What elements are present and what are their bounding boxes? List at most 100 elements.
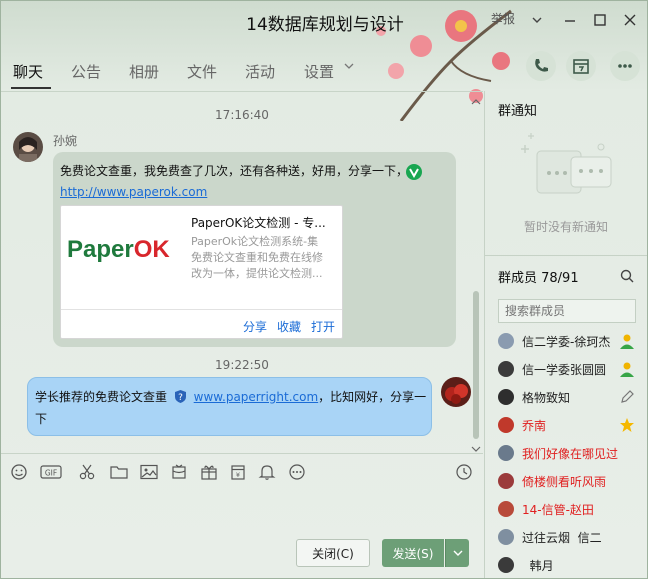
message-link[interactable]: www.paperright.com — [194, 390, 319, 404]
member-name: 乔南 — [522, 418, 547, 433]
red-packet-icon[interactable] — [170, 464, 188, 480]
chat-window: 14数据库规划与设计 举报 聊天 公告 相册 文件 活动 设置 17:16:40… — [0, 0, 648, 579]
message-bubble-self — [27, 377, 432, 436]
member-item[interactable]: 14-信管-赵田 — [498, 498, 638, 520]
member-name: 信二学委-徐珂杰 — [522, 334, 611, 349]
member-item[interactable]: 过往云烟 信二 — [498, 526, 638, 548]
tab-activity[interactable]: 活动 — [245, 61, 275, 82]
link-preview-card[interactable]: PaperOK PaperOK论文检测 - 专... PaperOk论文检测系统… — [60, 205, 343, 339]
empty-notice-text: 暂时没有新通知 — [523, 220, 608, 234]
calendar-small-icon[interactable]: ¥ — [229, 464, 247, 480]
card-title: PaperOK论文检测 - 专... — [191, 216, 326, 230]
member-avatar — [498, 333, 514, 349]
tab-album[interactable]: 相册 — [129, 61, 159, 82]
chevron-down-icon[interactable] — [344, 59, 354, 77]
folder-icon[interactable] — [110, 464, 128, 480]
member-item[interactable]: 格物致知 — [498, 386, 638, 408]
gif-icon[interactable]: GIF — [40, 464, 62, 480]
send-button[interactable]: 发送(S) — [382, 539, 444, 567]
member-name: 信一学委张圆圆 — [522, 362, 607, 377]
send-options-button[interactable] — [445, 539, 469, 567]
close-button[interactable]: 关闭(C) — [296, 539, 370, 567]
svg-text:?: ? — [178, 393, 183, 403]
phone-call-button[interactable] — [526, 51, 556, 81]
emoji-icon[interactable] — [10, 464, 28, 480]
edit-pencil-icon — [619, 389, 635, 408]
member-avatar — [498, 445, 514, 461]
member-avatar — [498, 389, 514, 405]
card-description: PaperOk论文检测系统-集 免费论文查重和免费在线修 改为一体，提供论文检测… — [191, 234, 323, 282]
history-clock-icon[interactable] — [455, 464, 473, 480]
timestamp: 17:16:40 — [215, 108, 269, 122]
card-desc-line: PaperOk论文检测系统-集 — [191, 235, 319, 248]
avatar[interactable] — [13, 132, 43, 162]
timestamp: 19:22:50 — [215, 358, 269, 372]
bell-icon[interactable] — [258, 464, 276, 480]
member-name: 倚楼侧看听风雨 — [522, 474, 607, 489]
tab-files[interactable]: 文件 — [187, 61, 217, 82]
card-collect-link[interactable]: 收藏 — [277, 318, 301, 335]
member-name: 韩月 — [522, 558, 554, 573]
member-avatar — [498, 557, 514, 573]
member-name: 过往云烟 信二 — [522, 530, 602, 545]
empty-notice-illustration — [521, 133, 612, 194]
chat-scrollbar[interactable] — [473, 291, 479, 439]
gift-icon[interactable] — [200, 464, 218, 480]
active-tab-indicator — [11, 87, 51, 89]
self-avatar[interactable] — [441, 377, 471, 407]
member-item[interactable]: 信二学委-徐珂杰 — [498, 330, 638, 352]
member-name: 我们好像在哪见过 — [522, 446, 619, 461]
member-avatar — [498, 361, 514, 377]
chevron-down-icon[interactable] — [531, 10, 543, 30]
divider — [485, 255, 647, 256]
notice-title: 群通知 — [498, 104, 538, 119]
paperok-logo: PaperOK — [67, 236, 170, 263]
card-share-link[interactable]: 分享 — [243, 318, 267, 335]
tab-announcement[interactable]: 公告 — [71, 61, 101, 82]
member-item[interactable]: 乔南 — [498, 414, 638, 436]
more-button[interactable] — [610, 51, 640, 81]
maximize-icon[interactable] — [593, 10, 607, 30]
member-avatar — [498, 501, 514, 517]
calendar-icon — [573, 59, 589, 74]
svg-text:¥: ¥ — [236, 471, 240, 479]
admin-badge-icon — [619, 361, 635, 380]
card-open-link[interactable]: 打开 — [311, 318, 335, 335]
member-item[interactable]: 倚楼侧看听风雨 — [498, 470, 638, 492]
member-avatar — [498, 417, 514, 433]
card-desc-line: 改为一体，提供论文检测... — [191, 267, 323, 280]
chevron-down-icon — [453, 550, 462, 556]
scissors-icon[interactable] — [78, 464, 96, 480]
search-icon[interactable] — [620, 269, 634, 283]
message-text: 免费论文查重，我免费查了几次，还有各种送，好用，分享一下， — [60, 164, 409, 178]
message-text-line2: 下 — [35, 412, 48, 426]
tab-divider — [1, 91, 483, 92]
tab-settings[interactable]: 设置 — [304, 61, 334, 82]
message-text: 学长推荐的免费论文查重 ? www.paperright.com，比知网好，分享… — [35, 388, 426, 405]
admin-badge-icon — [619, 333, 635, 352]
message-input[interactable] — [1, 486, 483, 531]
divider — [1, 453, 483, 454]
tab-chat[interactable]: 聊天 — [13, 61, 43, 82]
input-toolbar: GIF ¥ — [1, 456, 483, 486]
scroll-up-icon[interactable] — [471, 95, 481, 109]
member-item[interactable]: 我们好像在哪见过 — [498, 442, 638, 464]
message-link[interactable]: http://www.paperok.com — [60, 185, 207, 199]
calendar-button[interactable] — [566, 51, 596, 81]
member-item[interactable]: 信一学委张圆圆 — [498, 358, 638, 380]
minimize-icon[interactable] — [563, 10, 577, 30]
tab-bar: 聊天 公告 相册 文件 活动 设置 — [1, 45, 647, 91]
member-name: 14-信管-赵田 — [522, 502, 594, 517]
sender-name: 孙婉 — [53, 134, 78, 148]
member-item[interactable]: 韩月 — [498, 554, 638, 576]
close-icon[interactable] — [623, 10, 637, 30]
report-link[interactable]: 举报 — [491, 10, 515, 30]
member-avatar — [498, 529, 514, 545]
image-icon[interactable] — [140, 464, 158, 480]
member-search-input[interactable] — [498, 299, 636, 323]
more-circle-icon[interactable] — [288, 464, 306, 480]
card-desc-line: 免费论文查重和免费在线修 — [191, 251, 323, 264]
members-title: 群成员 78/91 — [498, 271, 579, 286]
window-title: 14数据库规划与设计 — [246, 15, 404, 35]
member-name: 格物致知 — [522, 390, 571, 405]
